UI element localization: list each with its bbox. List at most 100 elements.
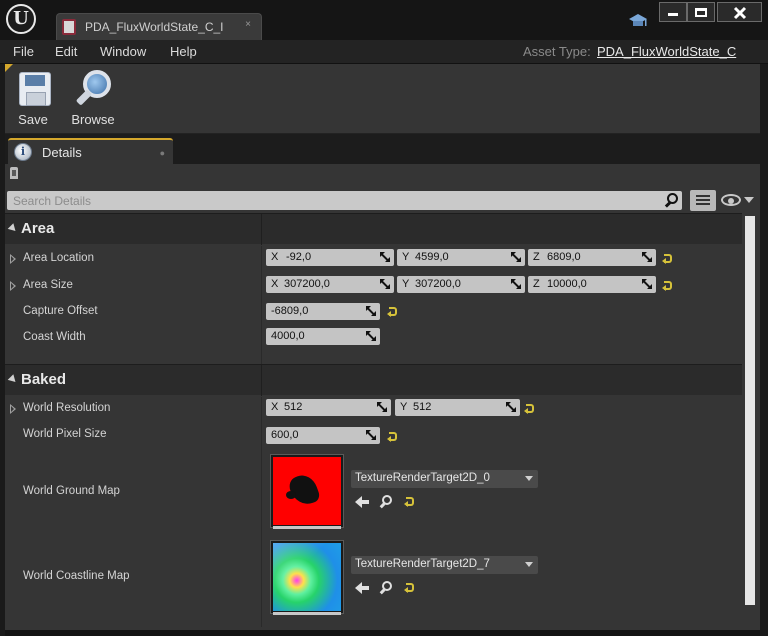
- use-selected-arrow-icon[interactable]: [355, 496, 369, 508]
- area-size-y-field[interactable]: Y 307200,0: [397, 276, 525, 293]
- details-tab-label: Details: [42, 145, 82, 160]
- reset-to-default-icon[interactable]: [524, 404, 535, 414]
- field-value: 4000,0: [271, 330, 305, 342]
- browse-to-asset-icon[interactable]: [379, 495, 393, 509]
- menu-window[interactable]: Window: [100, 44, 146, 59]
- tab-details[interactable]: i Details ●: [8, 138, 173, 164]
- graduation-cap-icon[interactable]: [628, 12, 648, 30]
- reset-to-default-icon[interactable]: [662, 281, 673, 291]
- world-coastline-map-thumbnail[interactable]: [271, 541, 343, 615]
- area-location-z-field[interactable]: Z 6809,0: [528, 249, 656, 266]
- drag-arrows-icon: [365, 330, 377, 342]
- browse-button[interactable]: Browse: [63, 64, 123, 132]
- area-location-x-field[interactable]: X -92,0: [266, 249, 394, 266]
- category-area[interactable]: Area: [5, 213, 742, 245]
- save-icon: [19, 72, 51, 106]
- reset-to-default-icon[interactable]: [662, 254, 673, 264]
- asset-name: TextureRenderTarget2D_0: [355, 472, 490, 484]
- property-row-capture-offset: Capture Offset -6809,0: [5, 300, 742, 326]
- reset-to-default-icon[interactable]: [404, 583, 415, 593]
- drag-arrows-icon: [510, 251, 522, 263]
- area-size-x-field[interactable]: X 307200,0: [266, 276, 394, 293]
- asset-type-link[interactable]: PDA_FluxWorldState_C: [597, 44, 736, 59]
- axis-label: Z: [533, 251, 540, 263]
- scrollbar-thumb[interactable]: [745, 216, 755, 605]
- close-window-button[interactable]: [717, 2, 762, 22]
- world-ground-map-asset-picker[interactable]: TextureRenderTarget2D_0: [351, 470, 538, 488]
- collapse-arrow-icon: [7, 223, 19, 234]
- menu-bar: File Edit Window Help Asset Type: PDA_Fl…: [0, 40, 768, 64]
- minimize-button[interactable]: [659, 2, 687, 22]
- world-resolution-x-field[interactable]: X 512: [266, 399, 391, 416]
- field-value: 307200,0: [415, 278, 461, 290]
- document-tab[interactable]: PDA_FluxWorldState_C_I ×: [56, 13, 262, 40]
- save-button[interactable]: Save: [9, 64, 57, 132]
- lock-icon[interactable]: [10, 167, 18, 179]
- save-button-label: Save: [18, 112, 48, 127]
- window-controls: [659, 2, 762, 22]
- world-ground-map-thumbnail[interactable]: [271, 455, 343, 529]
- maximize-button[interactable]: [687, 2, 715, 22]
- expand-arrow-icon[interactable]: [10, 254, 16, 264]
- field-value: 600,0: [271, 429, 299, 441]
- reset-to-default-icon[interactable]: [387, 432, 398, 442]
- capture-offset-field[interactable]: -6809,0: [266, 303, 380, 320]
- browse-icon: [75, 70, 113, 110]
- world-resolution-label: World Resolution: [23, 402, 111, 414]
- unreal-logo-icon: U: [6, 4, 36, 34]
- menu-help[interactable]: Help: [170, 44, 197, 59]
- chevron-down-icon: [525, 562, 533, 567]
- coast-width-field[interactable]: 4000,0: [266, 328, 380, 345]
- use-selected-arrow-icon[interactable]: [355, 582, 369, 594]
- property-row-world-resolution: World Resolution X 512 Y 512: [5, 397, 742, 423]
- browse-to-asset-icon[interactable]: [379, 581, 393, 595]
- eye-icon: [721, 194, 741, 206]
- close-icon: [733, 6, 746, 20]
- menu-file[interactable]: File: [13, 44, 34, 59]
- field-value: 6809,0: [547, 251, 581, 263]
- property-matrix-button[interactable]: [690, 190, 716, 211]
- world-coastline-map-asset-picker[interactable]: TextureRenderTarget2D_7: [351, 556, 538, 574]
- menu-edit[interactable]: Edit: [55, 44, 77, 59]
- world-coastline-map-label: World Coastline Map: [23, 570, 130, 582]
- capture-offset-label: Capture Offset: [23, 305, 98, 317]
- axis-label: Y: [402, 251, 410, 263]
- category-baked[interactable]: Baked: [5, 364, 742, 396]
- drag-arrows-icon: [376, 401, 388, 413]
- info-icon: i: [14, 143, 32, 161]
- expand-arrow-icon[interactable]: [10, 404, 16, 414]
- expand-arrow-icon[interactable]: [10, 281, 16, 291]
- property-row-area-location: Area Location X -92,0 Y 4599,0 Z 6809,0: [5, 246, 742, 273]
- search-box: [7, 191, 682, 210]
- reset-to-default-icon[interactable]: [387, 307, 398, 317]
- axis-label: X: [271, 251, 279, 263]
- search-input[interactable]: [7, 191, 657, 210]
- chevron-down-icon: [525, 476, 533, 481]
- world-resolution-y-field[interactable]: Y 512: [395, 399, 520, 416]
- area-location-y-field[interactable]: Y 4599,0: [397, 249, 525, 266]
- world-ground-map-label: World Ground Map: [23, 485, 120, 497]
- search-icon[interactable]: [664, 193, 679, 208]
- drag-arrows-icon: [641, 278, 653, 290]
- property-row-world-pixel-size: World Pixel Size 600,0: [5, 423, 742, 449]
- chevron-down-icon: [744, 197, 754, 203]
- details-panel: Area Area Location X -92,0 Y 4599,0 Z 68…: [5, 164, 760, 630]
- maximize-icon: [695, 8, 707, 17]
- view-options-dropdown[interactable]: [721, 192, 755, 208]
- axis-label: Y: [400, 401, 408, 413]
- axis-label: X: [271, 278, 279, 290]
- reset-to-default-icon[interactable]: [404, 497, 415, 507]
- property-row-area-size: Area Size X 307200,0 Y 307200,0 Z 10000,…: [5, 273, 742, 300]
- tab-options-icon[interactable]: ●: [160, 148, 165, 158]
- toolbar: Save Browse: [5, 64, 760, 134]
- area-size-z-field[interactable]: Z 10000,0: [528, 276, 656, 293]
- scrollbar[interactable]: [745, 216, 755, 605]
- asset-type-label: Asset Type:: [523, 44, 591, 59]
- view-options-icon: [696, 195, 710, 206]
- close-tab-icon[interactable]: ×: [245, 19, 251, 30]
- field-value: 4599,0: [415, 251, 449, 263]
- axis-label: X: [271, 401, 279, 413]
- drag-arrows-icon: [379, 251, 391, 263]
- property-row-world-ground-map: World Ground Map TextureRenderTarget2D_0: [5, 449, 742, 535]
- world-pixel-size-field[interactable]: 600,0: [266, 427, 380, 444]
